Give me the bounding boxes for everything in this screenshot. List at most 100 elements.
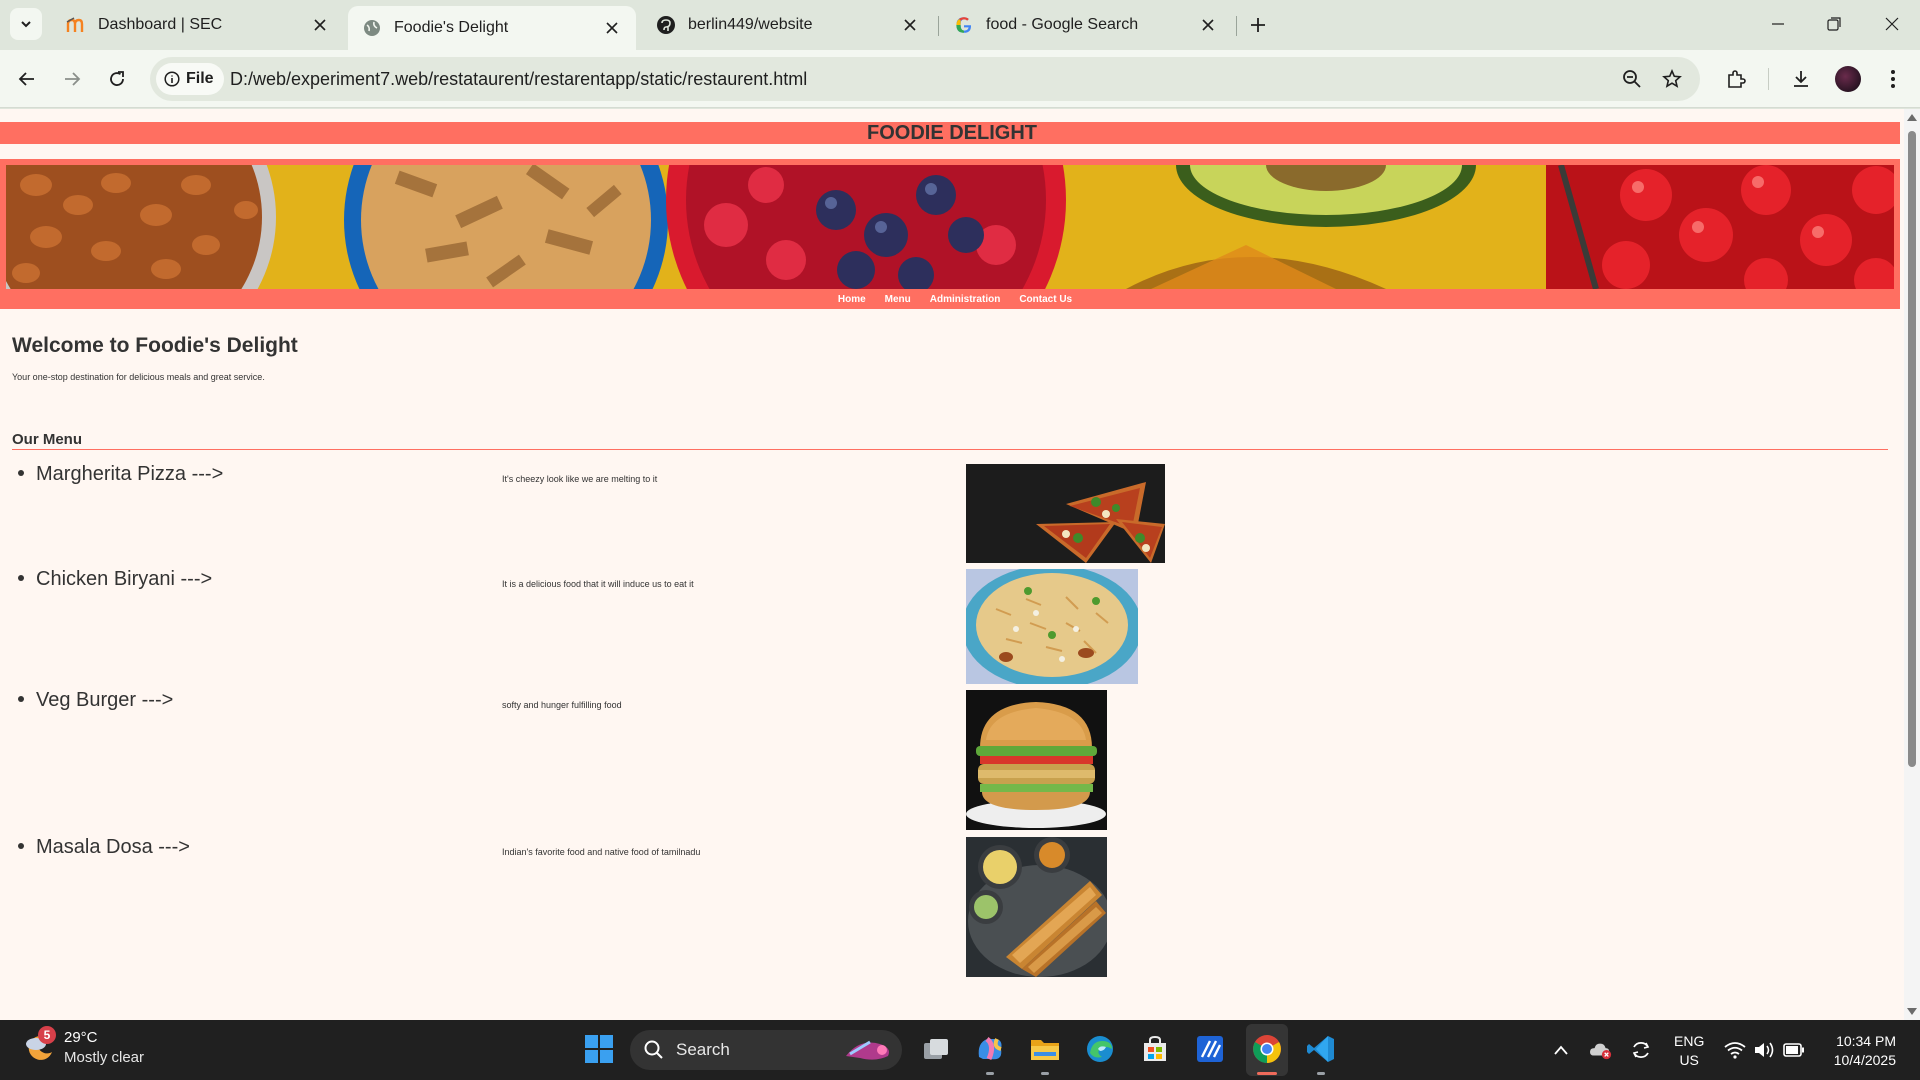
copilot-icon[interactable] <box>973 1032 1007 1066</box>
windows-start-icon[interactable] <box>584 1034 614 1064</box>
menu-item-name: Masala Dosa ---> <box>18 836 190 859</box>
menu-item-name-text: Veg Burger ---> <box>36 689 174 711</box>
onedrive-error-icon[interactable] <box>1590 1039 1612 1061</box>
sync-icon[interactable] <box>1630 1039 1652 1061</box>
google-icon <box>954 15 974 35</box>
nav-administration-link[interactable]: Administration <box>930 291 1001 309</box>
chevron-up-icon[interactable] <box>1550 1039 1572 1061</box>
nav-menu-link[interactable]: Menu <box>885 291 911 309</box>
menu-item-name: Chicken Biryani ---> <box>18 568 212 591</box>
temperature: 29°C <box>64 1029 98 1046</box>
microsoft-store-icon[interactable] <box>1138 1032 1172 1066</box>
close-icon[interactable] <box>602 18 622 38</box>
dosa-image <box>966 837 1107 977</box>
menu-item-description: It's cheezy look like we are melting to … <box>502 474 658 484</box>
bookmark-star-icon[interactable] <box>1660 67 1684 91</box>
wifi-icon[interactable] <box>1724 1039 1746 1061</box>
menu-item-name: Veg Burger ---> <box>18 689 173 712</box>
task-view-icon[interactable] <box>919 1032 953 1066</box>
keyboard-region: US <box>1679 1052 1699 1068</box>
download-icon[interactable] <box>1784 62 1818 96</box>
restore-button[interactable] <box>1806 0 1862 48</box>
site-info-label: File <box>186 70 214 87</box>
main-nav: Home Menu Administration Contact Us <box>0 291 1900 309</box>
nav-home-link[interactable]: Home <box>838 291 866 309</box>
page-scrollbar[interactable] <box>1904 109 1920 1020</box>
tab-search-button[interactable] <box>10 8 42 40</box>
app-running-indicator <box>1041 1072 1049 1075</box>
close-window-button[interactable] <box>1864 0 1920 48</box>
weather-description: Mostly clear <box>64 1049 145 1066</box>
menu-item-name: Margherita Pizza ---> <box>18 463 223 486</box>
chevron-down-icon <box>21 21 31 28</box>
menu-item-name-text: Masala Dosa ---> <box>36 836 190 858</box>
tab-foodies-delight[interactable]: Foodie's Delight <box>348 6 636 50</box>
moodle-icon <box>66 15 86 35</box>
language-indicator[interactable]: ENG US <box>1674 1032 1704 1070</box>
app-active-indicator <box>1257 1072 1277 1075</box>
scroll-up-arrow-icon[interactable] <box>1907 114 1917 121</box>
tab-strip: Dashboard | SEC Foodie's Delight berlin4… <box>0 0 1920 50</box>
tab-title: Foodie's Delight <box>394 19 509 36</box>
volume-icon[interactable] <box>1753 1039 1775 1061</box>
clock-time: 10:34 PM <box>1836 1033 1896 1049</box>
weather-badge: 5 <box>38 1026 56 1044</box>
biryani-image <box>966 569 1138 684</box>
toolbar-divider <box>1768 68 1769 90</box>
tab-dashboard-sec[interactable]: Dashboard | SEC <box>52 6 344 44</box>
github-icon <box>656 15 676 35</box>
battery-icon[interactable] <box>1783 1039 1805 1061</box>
search-icon <box>644 1040 663 1059</box>
forward-button[interactable] <box>55 62 89 96</box>
vscode-icon[interactable] <box>1304 1032 1338 1066</box>
power-automate-icon[interactable] <box>1193 1032 1227 1066</box>
burger-image <box>966 690 1107 830</box>
language-code: ENG <box>1674 1033 1705 1049</box>
restore-icon <box>1827 17 1841 31</box>
url-text[interactable]: D:/web/experiment7.web/restataurent/rest… <box>230 69 807 90</box>
menu-item-description: Indian's favorite food and native food o… <box>502 847 701 857</box>
zoom-icon[interactable] <box>1620 67 1644 91</box>
info-icon <box>164 71 180 87</box>
clock-date: 10/4/2025 <box>1833 1052 1896 1068</box>
close-icon[interactable] <box>310 15 330 35</box>
tab-berlin449-website[interactable]: berlin449/website <box>642 6 934 44</box>
tab-food-google-search[interactable]: food - Google Search <box>940 6 1232 44</box>
site-info-chip[interactable]: File <box>156 63 224 95</box>
chrome-icon[interactable] <box>1250 1032 1284 1066</box>
file-explorer-icon[interactable] <box>1028 1032 1062 1066</box>
close-icon[interactable] <box>1198 15 1218 35</box>
windows-taskbar: 5 29°C Mostly clear Search ENG US 10:34 … <box>0 1020 1920 1080</box>
extensions-icon[interactable] <box>1719 62 1753 96</box>
more-menu-icon[interactable] <box>1876 62 1910 96</box>
system-clock[interactable]: 10:34 PM 10/4/2025 <box>1820 1032 1896 1070</box>
scroll-down-arrow-icon[interactable] <box>1907 1008 1917 1015</box>
plus-icon <box>1251 18 1265 32</box>
taskbar-search[interactable]: Search <box>630 1030 902 1070</box>
profile-avatar[interactable] <box>1835 66 1861 92</box>
bullet <box>18 842 24 849</box>
banner-section: Home Menu Administration Contact Us <box>0 159 1900 309</box>
scroll-thumb[interactable] <box>1908 131 1916 767</box>
new-tab-button[interactable] <box>1244 11 1272 39</box>
pizza-image <box>966 464 1165 563</box>
bullet <box>18 695 24 702</box>
nav-contact-us-link[interactable]: Contact Us <box>1019 291 1072 309</box>
menu-heading: Our Menu <box>12 431 82 448</box>
tab-separator <box>1236 16 1237 36</box>
minimize-icon <box>1772 23 1784 25</box>
menu-item-name-text: Chicken Biryani ---> <box>36 568 213 590</box>
address-bar[interactable]: File D:/web/experiment7.web/restataurent… <box>150 57 1700 101</box>
edge-icon[interactable] <box>1083 1032 1117 1066</box>
tab-title: berlin449/website <box>688 16 813 33</box>
welcome-heading: Welcome to Foodie's Delight <box>12 334 298 357</box>
close-icon[interactable] <box>900 15 920 35</box>
app-running-indicator <box>986 1072 994 1075</box>
tab-title: food - Google Search <box>986 16 1139 33</box>
reload-button[interactable] <box>100 62 134 96</box>
reload-icon <box>110 71 124 86</box>
back-button[interactable] <box>10 62 44 96</box>
search-highlight-icon <box>846 1040 889 1060</box>
close-icon <box>1885 17 1899 31</box>
minimize-button[interactable] <box>1750 0 1806 48</box>
